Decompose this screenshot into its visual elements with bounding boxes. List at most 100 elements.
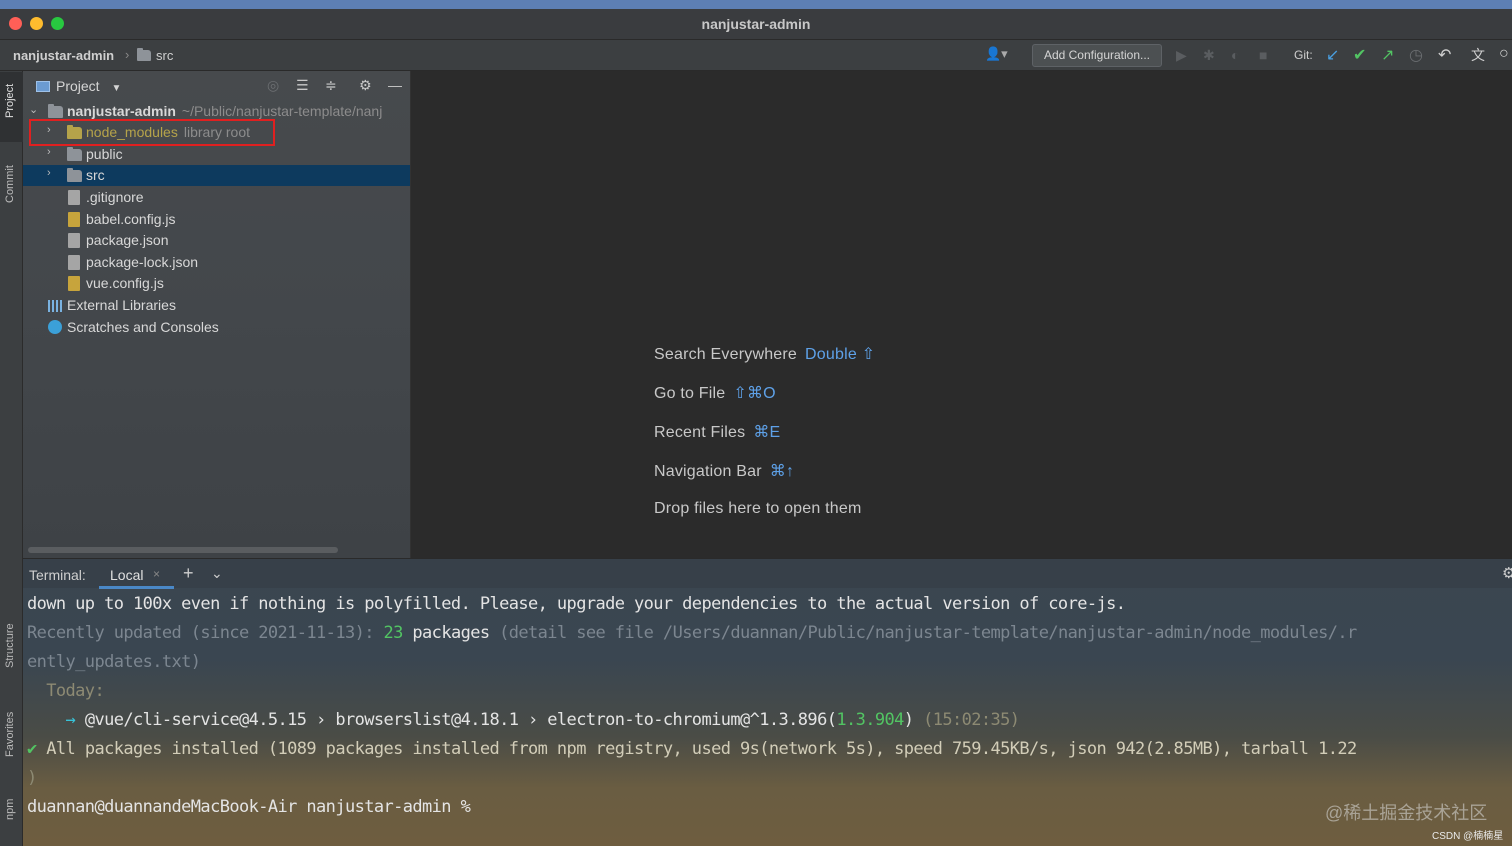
root-label: nanjustar-admin ~/Public/nanjustar-templa… xyxy=(67,103,382,119)
tool-tab-commit[interactable]: Commit xyxy=(4,165,16,203)
tree-item-label: .gitignore xyxy=(86,189,144,205)
gear-icon[interactable]: ⚙ xyxy=(1502,564,1512,582)
library-icon xyxy=(48,300,63,312)
terminal-text: → xyxy=(27,710,85,730)
terminal-line: ✔ All packages installed (1089 packages … xyxy=(27,739,1357,759)
tree-item-label: Scratches and Consoles xyxy=(67,319,219,335)
git-push-icon[interactable]: ↗ xyxy=(1381,45,1394,65)
hint-navigation-bar: Navigation Bar ⌘↑ xyxy=(654,461,794,481)
close-icon[interactable]: × xyxy=(153,567,160,581)
terminal-tab-local[interactable]: Local xyxy=(110,559,143,589)
tree-item-label: package-lock.json xyxy=(86,254,199,270)
hint-label: Recent Files xyxy=(654,424,746,441)
chevron-right-icon[interactable]: › xyxy=(47,146,51,158)
terminal-prompt[interactable]: duannan@duannandeMacBook-Air nanjustar-a… xyxy=(27,797,471,817)
watermark: @稀土掘金技术社区 xyxy=(1325,803,1488,823)
tree-item-babel-config[interactable]: babel.config.js xyxy=(23,209,410,230)
breadcrumb-folder[interactable]: src xyxy=(137,48,173,63)
terminal-text: (15:02:35) xyxy=(913,710,1020,730)
tool-tab-project[interactable]: Project xyxy=(4,84,16,118)
terminal-tab-bar: Terminal: Local × + ⌄ ⚙ xyxy=(23,558,1512,589)
hint-shortcut: Double ⇧ xyxy=(805,346,876,363)
hint-recent-files: Recent Files ⌘E xyxy=(654,422,780,442)
scratches-icon xyxy=(48,320,62,334)
terminal-line: ) xyxy=(27,768,37,788)
tree-item-scratches[interactable]: Scratches and Consoles xyxy=(23,317,410,338)
hint-label: Navigation Bar xyxy=(654,463,762,480)
tree-item-public[interactable]: › public xyxy=(23,144,410,165)
expand-all-icon[interactable]: ☰ xyxy=(296,77,309,94)
os-menu-strip xyxy=(0,0,1512,9)
terminal-text: packages xyxy=(402,623,490,643)
hint-label: Drop files here to open them xyxy=(654,500,862,517)
git-label: Git: xyxy=(1294,48,1313,62)
git-commit-icon[interactable]: ✔ xyxy=(1353,45,1366,65)
tool-tab-npm[interactable]: npm xyxy=(4,799,16,820)
tree-item-label: src xyxy=(86,167,105,183)
tree-item-package-lock[interactable]: package-lock.json xyxy=(23,252,410,273)
folder-icon xyxy=(137,48,151,61)
project-view-selector[interactable]: Project ▼ xyxy=(36,78,121,94)
new-terminal-plus-icon[interactable]: + xyxy=(183,563,194,584)
search-icon[interactable]: ○ xyxy=(1499,45,1509,63)
breadcrumb-folder-label: src xyxy=(156,48,174,63)
terminal-line: → @vue/cli-service@4.5.15 › browserslist… xyxy=(27,710,1020,730)
git-rollback-icon[interactable]: ↶ xyxy=(1438,45,1451,65)
terminal-tool-window: Terminal: Local × + ⌄ ⚙ down up to 100x … xyxy=(23,558,1512,846)
coverage-icon[interactable]: ◐ xyxy=(1231,47,1239,63)
add-configuration-button[interactable]: Add Configuration... xyxy=(1032,44,1162,67)
json-file-icon xyxy=(68,233,80,248)
tree-item-vue-config[interactable]: vue.config.js xyxy=(23,273,410,294)
terminal-line: down up to 100x even if nothing is polyf… xyxy=(27,594,1126,614)
tree-item-external-libraries[interactable]: External Libraries xyxy=(23,295,410,316)
chevron-right-icon[interactable]: › xyxy=(47,167,51,179)
hint-label: Search Everywhere xyxy=(654,346,798,363)
terminal-line: Today: xyxy=(27,681,105,701)
locate-icon[interactable]: ◎ xyxy=(267,77,279,94)
terminal-text: Recently updated (since 2021-11-13): xyxy=(27,623,384,643)
user-icon[interactable]: 👤▾ xyxy=(985,46,1008,62)
hint-drop-files: Drop files here to open them xyxy=(654,500,862,518)
window-title: nanjustar-admin xyxy=(701,16,811,32)
check-icon: ✔ xyxy=(27,739,37,759)
tree-item-gitignore[interactable]: .gitignore xyxy=(23,187,410,208)
terminal-text: @vue/cli-service@4.5.15 › browserslist@4… xyxy=(84,710,837,730)
js-file-icon xyxy=(68,212,80,227)
tree-item-label: package.json xyxy=(86,232,169,248)
root-path: ~/Public/nanjustar-template/nanj xyxy=(181,103,383,119)
tool-tab-structure[interactable]: Structure xyxy=(4,623,16,668)
terminal-text: 23 xyxy=(383,623,404,643)
folder-icon xyxy=(48,104,63,118)
stop-icon[interactable]: ■ xyxy=(1259,47,1267,63)
hint-search-everywhere: Search Everywhere Double ⇧ xyxy=(654,344,875,364)
project-panel-header: Project ▼ ◎ ☰ ≑ ⚙ — xyxy=(23,71,410,100)
project-tool-window: Project ▼ ◎ ☰ ≑ ⚙ — ⌄ nanjustar-admin ~/P… xyxy=(23,71,410,558)
chevron-down-icon[interactable]: ⌄ xyxy=(29,103,38,116)
tool-tab-favorites[interactable]: Favorites xyxy=(4,712,16,757)
navigation-bar: nanjustar-admin › src 👤▾ Add Configurati… xyxy=(0,40,1512,71)
tree-item-package-json[interactable]: package.json xyxy=(23,230,410,251)
tree-item-src[interactable]: › src xyxy=(23,165,410,186)
chevron-down-icon: ▼ xyxy=(111,83,122,94)
translate-icon[interactable]: 文 xyxy=(1471,45,1485,65)
hide-icon[interactable]: — xyxy=(388,77,402,93)
breadcrumb-project[interactable]: nanjustar-admin xyxy=(13,48,114,63)
folder-icon xyxy=(67,168,82,182)
terminal-line: ently_updates.txt) xyxy=(27,652,201,672)
tree-item-label: babel.config.js xyxy=(86,211,176,227)
run-icon[interactable]: ▶ xyxy=(1176,47,1187,64)
debug-icon[interactable]: ✱ xyxy=(1203,47,1215,64)
chevron-down-icon[interactable]: ⌄ xyxy=(211,565,223,582)
git-history-icon[interactable]: ◷ xyxy=(1409,45,1423,65)
breadcrumb-separator: › xyxy=(125,47,130,62)
terminal-text: ) xyxy=(903,710,914,730)
terminal-text: (detail see file /Users/duannan/Public/n… xyxy=(489,623,1357,643)
folder-icon xyxy=(67,147,82,161)
git-update-icon[interactable]: ↙ xyxy=(1326,45,1339,65)
project-panel-title: Project xyxy=(56,78,100,94)
horizontal-scrollbar[interactable] xyxy=(28,547,338,553)
watermark-small: CSDN @楠楠星 xyxy=(1432,831,1504,842)
gear-icon[interactable]: ⚙ xyxy=(359,77,372,94)
collapse-all-icon[interactable]: ≑ xyxy=(325,77,337,94)
file-icon xyxy=(68,190,80,205)
